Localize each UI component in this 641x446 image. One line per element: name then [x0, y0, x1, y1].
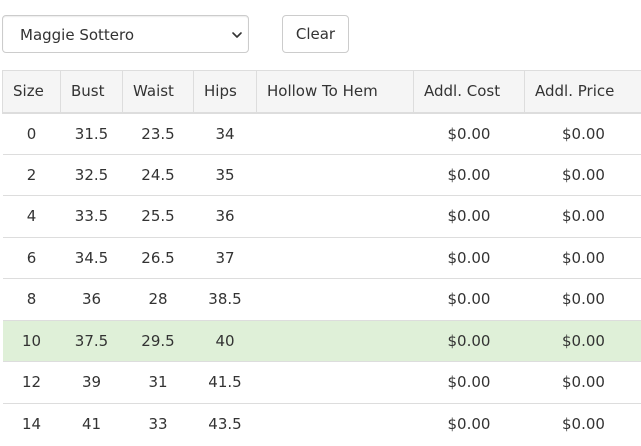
cell-bust: 32.5 [60, 153, 123, 196]
cell-addl-price: $0.00 [524, 236, 641, 279]
cell-hips: 38.5 [193, 278, 257, 320]
cell-size: 6 [2, 236, 61, 279]
cell-size: 2 [2, 153, 61, 196]
cell-addl-price: $0.00 [524, 195, 641, 237]
header-hips: Hips [193, 70, 257, 114]
cell-waist: 23.5 [122, 112, 194, 154]
table-body: 0 31.5 23.5 34 $0.00 $0.00 2 32.5 24.5 35 $0.00 $0.… [2, 112, 641, 445]
cell-addl-cost: $0.00 [413, 402, 525, 445]
cell-addl-price: $0.00 [524, 402, 641, 445]
table-row[interactable]: 0 31.5 23.5 34 $0.00 $0.00 [2, 112, 641, 154]
designer-select[interactable]: Maggie Sottero [2, 15, 249, 53]
table-row[interactable]: 6 34.5 26.5 37 $0.00 $0.00 [2, 236, 641, 279]
table-row[interactable]: 10 37.5 29.5 40 $0.00 $0.00 [2, 319, 641, 362]
cell-bust: 31.5 [60, 112, 123, 154]
cell-bust: 34.5 [60, 236, 123, 279]
cell-hips: 41.5 [193, 361, 257, 403]
header-addl-cost: Addl. Cost [413, 70, 525, 114]
cell-size: 10 [2, 319, 61, 362]
cell-hollow-to-hem [256, 319, 414, 362]
cell-hollow-to-hem [256, 153, 414, 196]
cell-addl-price: $0.00 [524, 319, 641, 362]
table-row[interactable]: 14 41 33 43.5 $0.00 $0.00 [2, 402, 641, 445]
cell-addl-cost: $0.00 [413, 112, 525, 154]
cell-addl-price: $0.00 [524, 153, 641, 196]
cell-size: 8 [2, 278, 61, 320]
cell-waist: 29.5 [122, 319, 194, 362]
table-row[interactable]: 4 33.5 25.5 36 $0.00 $0.00 [2, 195, 641, 237]
cell-addl-cost: $0.00 [413, 278, 525, 320]
header-size: Size [2, 70, 61, 114]
cell-hips: 36 [193, 195, 257, 237]
header-bust: Bust [60, 70, 123, 114]
cell-addl-cost: $0.00 [413, 195, 525, 237]
designer-select-value: Maggie Sottero [20, 26, 135, 44]
cell-size: 14 [2, 402, 61, 445]
cell-size: 12 [2, 361, 61, 403]
cell-waist: 31 [122, 361, 194, 403]
header-hollow-to-hem: Hollow To Hem [256, 70, 414, 114]
cell-addl-price: $0.00 [524, 278, 641, 320]
cell-waist: 25.5 [122, 195, 194, 237]
cell-bust: 41 [60, 402, 123, 445]
cell-hollow-to-hem [256, 236, 414, 279]
header-addl-price: Addl. Price [524, 70, 641, 114]
cell-hips: 43.5 [193, 402, 257, 445]
cell-hollow-to-hem [256, 112, 414, 154]
cell-hips: 35 [193, 153, 257, 196]
cell-waist: 26.5 [122, 236, 194, 279]
chevron-down-icon [232, 32, 242, 38]
size-chart-table: Size Bust Waist Hips Hollow To Hem Addl.… [2, 70, 641, 445]
cell-size: 0 [2, 112, 61, 154]
cell-hips: 37 [193, 236, 257, 279]
cell-hollow-to-hem [256, 278, 414, 320]
cell-hips: 34 [193, 112, 257, 154]
cell-size: 4 [2, 195, 61, 237]
cell-addl-cost: $0.00 [413, 361, 525, 403]
table-row[interactable]: 2 32.5 24.5 35 $0.00 $0.00 [2, 153, 641, 196]
cell-hollow-to-hem [256, 195, 414, 237]
cell-bust: 36 [60, 278, 123, 320]
cell-addl-price: $0.00 [524, 361, 641, 403]
cell-waist: 24.5 [122, 153, 194, 196]
cell-addl-cost: $0.00 [413, 153, 525, 196]
cell-waist: 33 [122, 402, 194, 445]
clear-button[interactable]: Clear [282, 15, 349, 53]
table-row[interactable]: 8 36 28 38.5 $0.00 $0.00 [2, 278, 641, 320]
cell-hollow-to-hem [256, 361, 414, 403]
cell-addl-cost: $0.00 [413, 319, 525, 362]
table-row[interactable]: 12 39 31 41.5 $0.00 $0.00 [2, 361, 641, 403]
cell-hollow-to-hem [256, 402, 414, 445]
cell-hips: 40 [193, 319, 257, 362]
cell-bust: 37.5 [60, 319, 123, 362]
cell-addl-price: $0.00 [524, 112, 641, 154]
table-header-row: Size Bust Waist Hips Hollow To Hem Addl.… [2, 70, 641, 114]
cell-bust: 39 [60, 361, 123, 403]
cell-waist: 28 [122, 278, 194, 320]
header-waist: Waist [122, 70, 194, 114]
cell-addl-cost: $0.00 [413, 236, 525, 279]
cell-bust: 33.5 [60, 195, 123, 237]
toolbar: Maggie Sottero Clear [0, 0, 641, 70]
